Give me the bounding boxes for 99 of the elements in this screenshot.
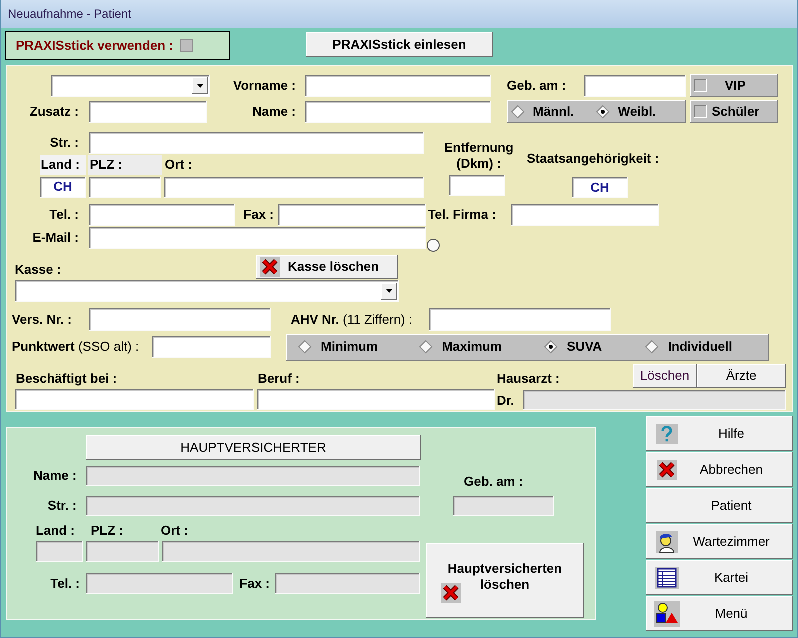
radio-selected-icon[interactable] xyxy=(596,104,610,118)
input-field[interactable] xyxy=(89,227,426,249)
field-label: Staatsangehörigkeit : xyxy=(527,150,660,165)
input-field[interactable] xyxy=(89,176,161,198)
gender-radio[interactable]: Weibl. xyxy=(596,102,656,122)
field-label: Beruf : xyxy=(258,370,301,388)
input-field[interactable] xyxy=(36,541,83,562)
shapes-icon xyxy=(654,600,680,626)
action-button[interactable]: Hilfe xyxy=(646,416,793,451)
input-field[interactable] xyxy=(86,573,233,594)
table-icon xyxy=(655,566,679,588)
field-label: Tel. : xyxy=(50,574,81,593)
clear-insurer-button[interactable]: Kasse löschen xyxy=(256,255,398,279)
checkbox[interactable] xyxy=(180,39,192,52)
ahv-label: AHV Nr. (11 Ziffern) : xyxy=(291,310,414,329)
input-field[interactable] xyxy=(89,308,271,331)
cross-icon xyxy=(260,257,280,277)
radio-icon[interactable] xyxy=(419,340,434,354)
field-label: Vers. Nr. : xyxy=(12,310,73,329)
input-field[interactable] xyxy=(86,496,420,516)
field-label: Ort : xyxy=(161,522,188,540)
salutation-dropdown[interactable] xyxy=(51,74,210,96)
input-field[interactable] xyxy=(275,573,420,594)
person-icon xyxy=(656,530,678,552)
radio-icon[interactable] xyxy=(645,340,660,354)
field-label: E-Mail : xyxy=(32,229,80,248)
field-label: Str. : xyxy=(46,497,78,516)
radio-button[interactable] xyxy=(427,238,440,252)
input-field[interactable] xyxy=(449,175,505,196)
help-icon xyxy=(656,424,678,444)
input-field[interactable] xyxy=(15,389,254,410)
cross-icon xyxy=(657,460,677,480)
input-field[interactable] xyxy=(511,204,659,226)
field-label: Fax : xyxy=(242,206,275,224)
radio-icon[interactable] xyxy=(298,340,312,354)
input-field[interactable] xyxy=(152,336,271,358)
field-label: Hausarzt : xyxy=(497,370,561,388)
vip-checkbox[interactable]: VIP xyxy=(690,74,778,97)
input-field[interactable] xyxy=(305,100,491,122)
gender-radio[interactable]: Männl. xyxy=(511,102,574,122)
action-button[interactable]: Menü xyxy=(646,596,793,631)
country-field[interactable]: CH xyxy=(40,176,86,198)
field-label: Name : xyxy=(32,467,78,486)
plz-header: PLZ : xyxy=(88,155,162,175)
field-label: Beschäftigt bei : xyxy=(16,370,118,388)
action-button[interactable]: Patient xyxy=(646,488,793,523)
field-label: Geb. am : xyxy=(507,76,568,95)
cross-icon xyxy=(441,583,461,603)
input-field[interactable] xyxy=(89,204,235,226)
main-insured-button[interactable]: HAUPTVERSICHERTER xyxy=(86,435,421,460)
checkbox[interactable] xyxy=(694,105,707,118)
praxisstick-label: PRAXISstick verwenden : xyxy=(16,36,174,55)
field-label: Kasse : xyxy=(15,260,62,278)
delete-main-insured-button[interactable]: Hauptversicherten löschen xyxy=(426,543,584,618)
field-label: Land : xyxy=(36,522,76,540)
input-field[interactable] xyxy=(305,74,491,96)
window-title: Neuaufnahme - Patient xyxy=(8,6,132,23)
field-label: Geb. am : xyxy=(464,473,524,488)
land-header: Land : xyxy=(40,155,86,175)
input-field[interactable] xyxy=(584,74,686,96)
tariff-radio[interactable]: Individuell xyxy=(645,337,732,357)
punktwert-label: Punktwert (SSO alt) : xyxy=(12,338,140,356)
input-field[interactable] xyxy=(453,496,554,516)
insurer-dropdown[interactable] xyxy=(15,280,399,302)
field-label: Tel. Firma : xyxy=(428,206,498,224)
field-label: Vorname : xyxy=(232,76,297,95)
action-button[interactable]: Abbrechen xyxy=(646,452,793,487)
field-label: Dr. xyxy=(497,392,516,410)
schueler-checkbox[interactable]: Schüler xyxy=(690,100,778,123)
input-field[interactable] xyxy=(89,132,424,154)
action-button[interactable]: Wartezimmer xyxy=(646,524,793,559)
input-field[interactable] xyxy=(164,176,424,198)
action-button[interactable]: Kartei xyxy=(646,560,793,595)
field-label: Str. : xyxy=(49,134,80,152)
field-label: Name : xyxy=(252,102,297,121)
radio-selected-icon[interactable] xyxy=(544,340,558,354)
field-label: Fax : xyxy=(238,574,271,593)
input-field[interactable] xyxy=(86,541,159,562)
radio-icon[interactable] xyxy=(511,104,525,118)
read-praxisstick-button[interactable]: PRAXISstick einlesen xyxy=(306,32,493,57)
input-field[interactable] xyxy=(89,100,207,122)
input-field[interactable] xyxy=(523,390,786,410)
field-label: Zusatz : xyxy=(28,102,80,121)
distance-label: Entfernung (Dkm) : xyxy=(443,140,515,172)
input-field[interactable] xyxy=(429,308,611,331)
clear-doctor-button[interactable]: Löschen xyxy=(633,364,697,388)
tariff-radio[interactable]: Maximum xyxy=(419,337,502,357)
checkbox[interactable] xyxy=(694,79,707,92)
tariff-radio[interactable]: Minimum xyxy=(298,337,378,357)
field-label: PLZ : xyxy=(91,522,124,540)
input-field[interactable] xyxy=(278,204,426,226)
tariff-radio[interactable]: SUVA xyxy=(544,337,602,357)
input-field[interactable] xyxy=(162,541,420,562)
nationality-field[interactable]: CH xyxy=(572,177,628,198)
input-field[interactable] xyxy=(86,466,420,486)
field-label: Tel. : xyxy=(48,206,80,224)
input-field[interactable] xyxy=(257,389,495,410)
doctors-button[interactable]: Ärzte xyxy=(697,364,786,388)
field-label: Ort : xyxy=(165,156,192,174)
